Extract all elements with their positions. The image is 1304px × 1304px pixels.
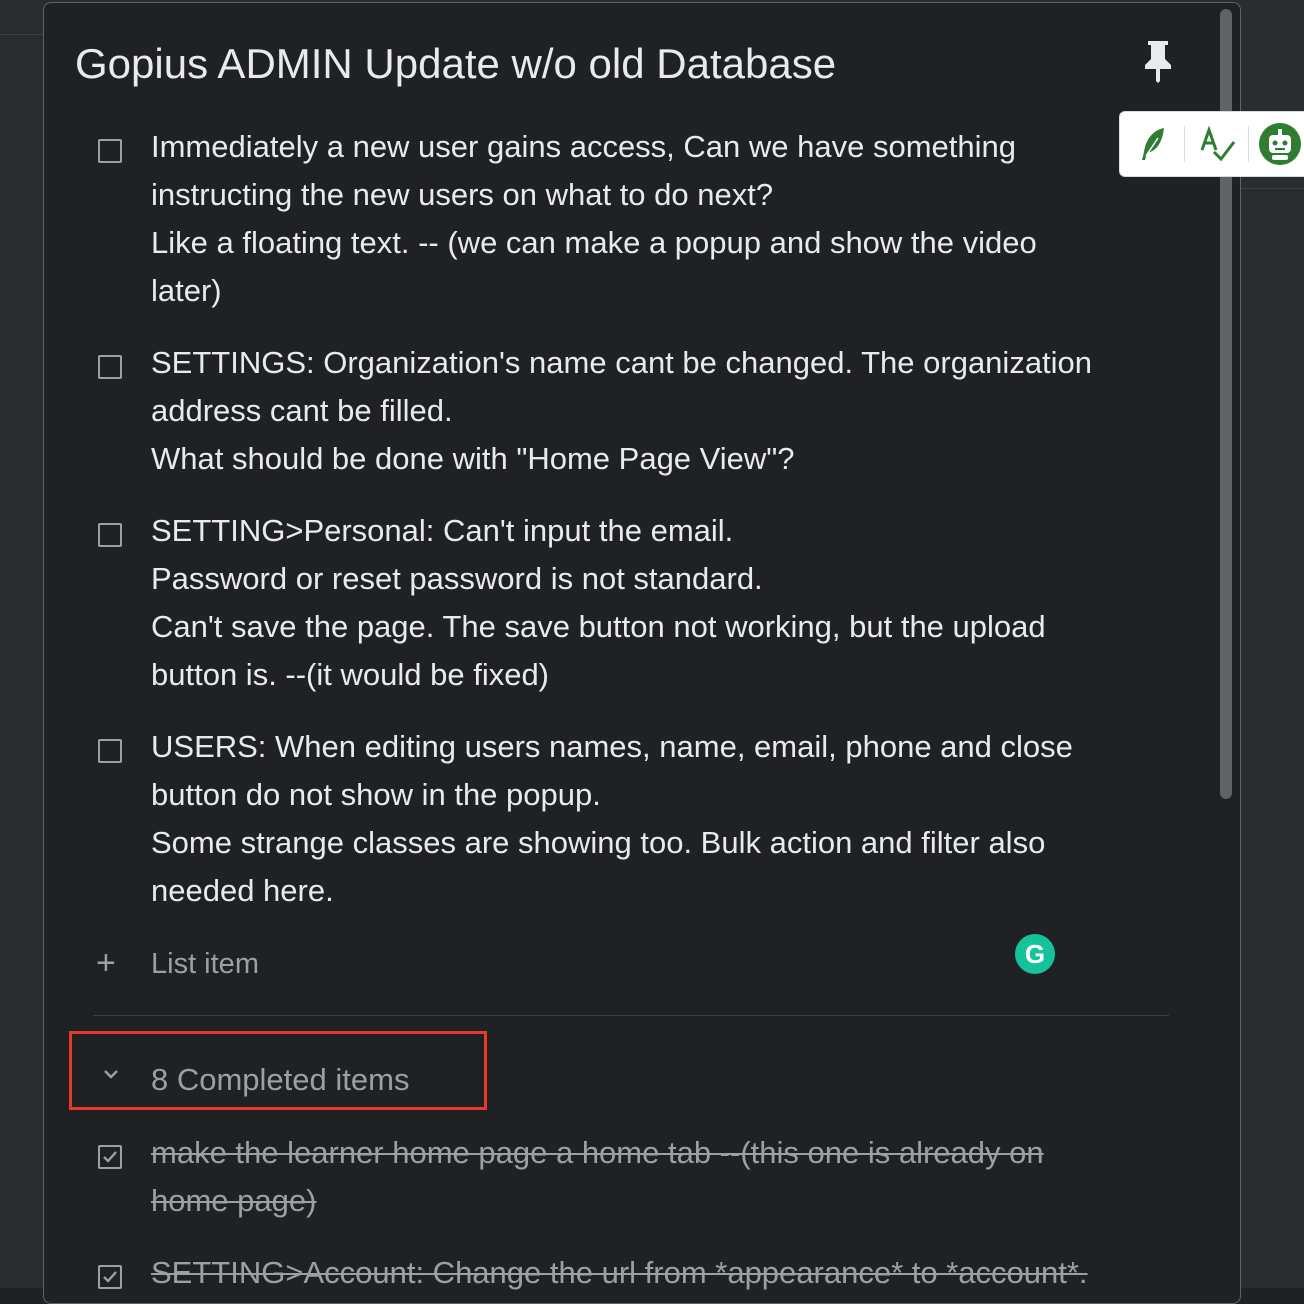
note-dialog: Gopius ADMIN Update w/o old Database Imm… — [43, 2, 1241, 1304]
highlight-annotation — [69, 1031, 487, 1110]
quill-icon[interactable] — [1132, 122, 1176, 166]
backdrop-divider — [0, 34, 44, 35]
checkbox-checked-icon[interactable] — [98, 1145, 122, 1169]
toolbar-separator — [1184, 126, 1185, 162]
note-title[interactable]: Gopius ADMIN Update w/o old Database — [75, 37, 836, 91]
list-item-text[interactable]: SETTINGS: Organization's name cant be ch… — [151, 339, 1141, 483]
checkbox-icon[interactable] — [98, 139, 122, 163]
completed-item-text[interactable]: make the learner home page a home tab --… — [151, 1129, 1141, 1225]
list-item-text[interactable]: SETTING>Personal: Can't input the email.… — [151, 507, 1141, 699]
backdrop-divider-right — [1240, 188, 1304, 189]
pin-icon[interactable] — [1140, 37, 1176, 85]
plus-icon: + — [96, 944, 116, 982]
writing-assistant-toolbar — [1119, 111, 1304, 177]
spellcheck-icon[interactable] — [1196, 122, 1240, 166]
add-list-item-button[interactable]: + List item — [94, 946, 694, 986]
toolbar-separator — [1248, 126, 1249, 162]
list-item-text[interactable]: USERS: When editing users names, name, e… — [151, 723, 1141, 915]
list-item-text[interactable]: Immediately a new user gains access, Can… — [151, 123, 1141, 315]
checkbox-icon[interactable] — [98, 355, 122, 379]
add-list-item-label: List item — [151, 948, 259, 980]
checkbox-icon[interactable] — [98, 523, 122, 547]
completed-item-text[interactable]: SETTING>Account: Change the url from *ap… — [151, 1249, 1141, 1297]
divider — [93, 1015, 1169, 1016]
robot-icon[interactable] — [1258, 122, 1302, 166]
grammarly-icon[interactable]: G — [1015, 934, 1055, 974]
checkbox-checked-icon[interactable] — [98, 1265, 122, 1289]
checkbox-icon[interactable] — [98, 739, 122, 763]
